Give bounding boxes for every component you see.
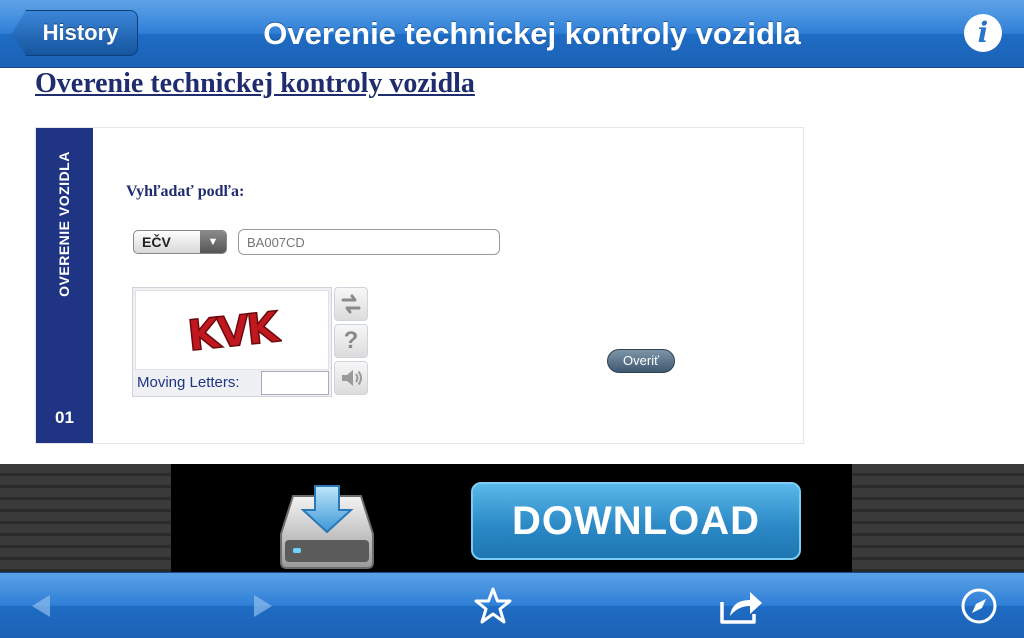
search-type-value: EČV <box>142 234 171 250</box>
share-button[interactable] <box>716 581 766 631</box>
star-icon <box>474 587 512 624</box>
browser-back-button[interactable] <box>16 581 66 631</box>
verify-button[interactable]: Overiť <box>607 349 675 373</box>
chevron-down-icon: ▼ <box>200 231 226 253</box>
captcha-tools: ? <box>334 287 370 398</box>
captcha-letters-graphic: KVK <box>185 302 282 358</box>
captcha-refresh-button[interactable] <box>334 287 368 321</box>
back-arrow-icon <box>32 595 50 617</box>
compass-icon <box>961 588 997 624</box>
refresh-icon <box>341 294 361 314</box>
navigation-bar: History Overenie technickej kontroly voz… <box>0 0 1024 68</box>
ad-content: DOWNLOAD <box>171 464 852 572</box>
download-drive-icon <box>280 485 374 569</box>
speaker-icon <box>342 370 362 386</box>
captcha-label: Moving Letters: <box>137 374 240 391</box>
vehicle-check-form: OVERENIE VOZIDLA 01 Vyhľadať podľa: EČV … <box>35 127 804 444</box>
share-icon <box>720 592 762 624</box>
ad-banner[interactable]: DOWNLOAD <box>0 464 1024 572</box>
browser-forward-button[interactable] <box>238 581 288 631</box>
captcha-audio-button[interactable] <box>334 361 368 395</box>
plate-number-input[interactable] <box>238 229 500 255</box>
nav-title: Overenie technickej kontroly vozidla <box>263 16 801 51</box>
side-strip-label: OVERENIE VOZIDLA <box>56 151 72 297</box>
help-icon: ? <box>343 327 359 354</box>
forward-arrow-icon <box>254 595 272 617</box>
side-strip-number: 01 <box>55 408 74 427</box>
search-by-label: Vyhľadať podľa: <box>126 183 245 200</box>
info-icon[interactable]: i <box>964 14 1002 52</box>
captcha-box: KVK Moving Letters: <box>132 287 332 397</box>
captcha-image: KVK <box>135 290 329 370</box>
bottom-toolbar <box>0 572 1024 638</box>
history-button-label: History <box>42 20 119 45</box>
captcha-text: KVK <box>185 302 282 358</box>
open-in-browser-button[interactable] <box>954 581 1004 631</box>
captcha-input[interactable] <box>261 371 329 395</box>
search-type-select[interactable]: EČV ▼ <box>133 230 227 254</box>
captcha-help-button[interactable]: ? <box>334 324 368 358</box>
bookmark-button[interactable] <box>468 581 518 631</box>
side-strip: OVERENIE VOZIDLA 01 <box>36 128 93 443</box>
history-back-button[interactable]: History <box>12 10 138 56</box>
ad-download-button[interactable]: DOWNLOAD <box>471 482 801 560</box>
page-heading-link[interactable]: Overenie technickej kontroly vozidla <box>35 68 475 100</box>
